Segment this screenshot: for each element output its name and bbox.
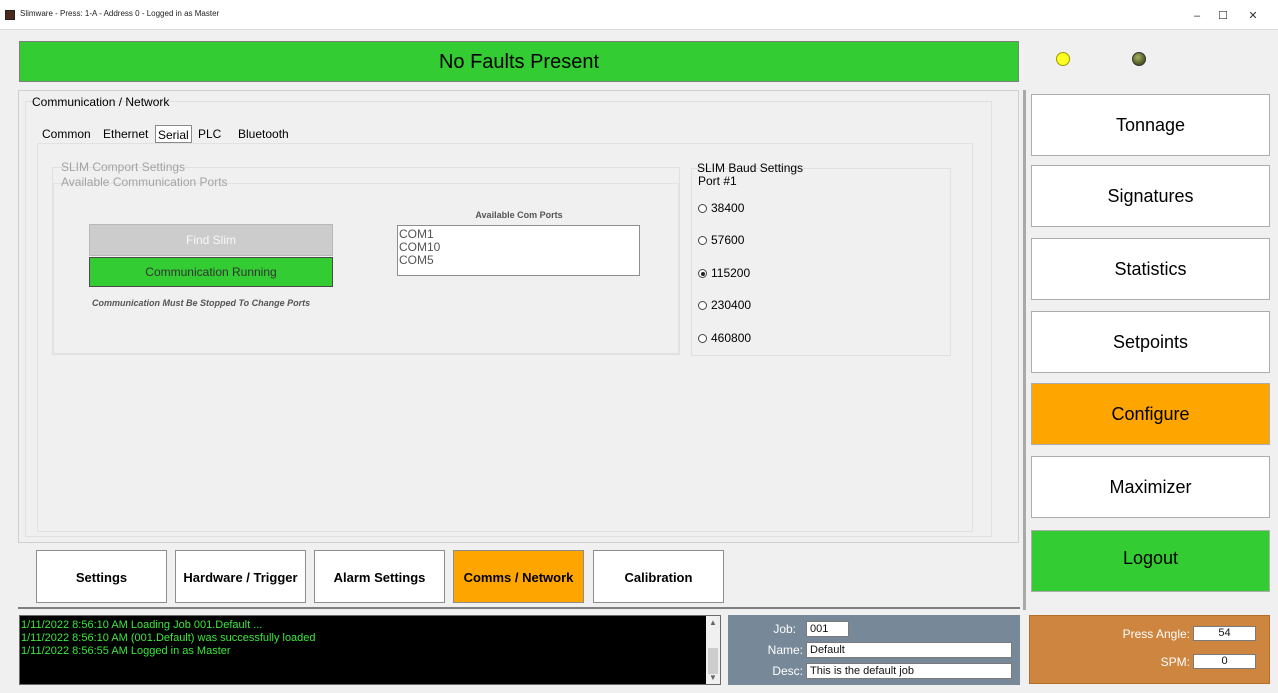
- tab-ethernet[interactable]: Ethernet: [101, 125, 150, 143]
- com-ports-label: Available Com Ports: [475, 210, 563, 220]
- radio-button-icon[interactable]: [698, 204, 707, 213]
- minimize-button[interactable]: –: [1184, 6, 1210, 26]
- job-number-field[interactable]: 001: [806, 621, 849, 637]
- baud-option-115200[interactable]: 115200: [698, 265, 750, 281]
- tab-common[interactable]: Common: [40, 125, 93, 143]
- press-angle-label: Press Angle:: [1122, 627, 1190, 641]
- fault-status-banner: No Faults Present: [19, 41, 1019, 82]
- spm-value: 0: [1193, 654, 1256, 669]
- olive-led-icon: [1132, 52, 1146, 66]
- baud-option-label: 115200: [711, 266, 751, 280]
- job-label: Job:: [773, 622, 796, 636]
- tab-plc[interactable]: PLC: [196, 125, 223, 143]
- radio-button-icon[interactable]: [698, 334, 707, 343]
- tab-serial[interactable]: Serial: [155, 125, 192, 143]
- close-button[interactable]: ✕: [1240, 6, 1266, 26]
- calibration-tab-button[interactable]: Calibration: [593, 550, 724, 603]
- log-line: 1/11/2022 8:56:10 AM Loading Job 001.Def…: [21, 619, 263, 631]
- communication-note: Communication Must Be Stopped To Change …: [92, 298, 311, 308]
- slim-comport-title: SLIM Comport Settings: [61, 160, 186, 174]
- alarm-settings-tab-button[interactable]: Alarm Settings: [314, 550, 445, 603]
- nav-configure-button[interactable]: Configure: [1031, 383, 1270, 445]
- maximize-button[interactable]: ☐: [1210, 6, 1236, 26]
- communication-running-button[interactable]: Communication Running: [89, 257, 333, 287]
- scroll-up-icon[interactable]: ▲: [706, 617, 720, 629]
- job-name-field[interactable]: Default: [806, 642, 1012, 658]
- baud-settings-groupbox: [691, 168, 951, 356]
- comms-network-tab-button[interactable]: Comms / Network: [453, 550, 584, 603]
- nav-tonnage-button[interactable]: Tonnage: [1031, 94, 1270, 156]
- press-angle-value: 54: [1193, 626, 1256, 641]
- radio-button-icon[interactable]: [698, 236, 707, 245]
- port-1-label: Port #1: [698, 174, 737, 188]
- yellow-led-icon: [1056, 52, 1070, 66]
- scroll-thumb[interactable]: [708, 648, 718, 674]
- list-item[interactable]: COM10: [399, 241, 638, 254]
- list-item[interactable]: COM5: [399, 254, 638, 267]
- bottom-divider: [18, 607, 1020, 609]
- desc-label: Desc:: [772, 664, 803, 678]
- log-line: 1/11/2022 8:56:10 AM (001.Default) was s…: [21, 632, 316, 644]
- baud-option-label: 57600: [711, 233, 745, 247]
- app-icon: [5, 10, 15, 20]
- baud-option-230400[interactable]: 230400: [698, 297, 751, 313]
- tab-bluetooth[interactable]: Bluetooth: [236, 125, 291, 143]
- com-ports-listbox[interactable]: COM1 COM10 COM5: [397, 225, 640, 276]
- settings-tab-button[interactable]: Settings: [36, 550, 167, 603]
- spm-label: SPM:: [1160, 655, 1190, 669]
- logout-button[interactable]: Logout: [1031, 530, 1270, 592]
- baud-settings-title: SLIM Baud Settings: [697, 161, 804, 175]
- radio-button-checked-icon[interactable]: [698, 269, 707, 278]
- baud-option-38400[interactable]: 38400: [698, 200, 744, 216]
- nav-maximizer-button[interactable]: Maximizer: [1031, 456, 1270, 518]
- name-label: Name:: [767, 643, 803, 657]
- nav-setpoints-button[interactable]: Setpoints: [1031, 311, 1270, 373]
- baud-option-label: 230400: [711, 298, 752, 312]
- radio-button-icon[interactable]: [698, 301, 707, 310]
- job-description-field[interactable]: This is the default job: [806, 663, 1012, 679]
- log-line: 1/11/2022 8:56:55 AM Logged in as Master: [21, 645, 231, 657]
- baud-option-label: 38400: [711, 201, 745, 215]
- find-slim-button[interactable]: Find Slim: [89, 224, 333, 256]
- hardware-trigger-tab-button[interactable]: Hardware / Trigger: [175, 550, 306, 603]
- baud-option-57600[interactable]: 57600: [698, 232, 744, 248]
- nav-statistics-button[interactable]: Statistics: [1031, 238, 1270, 300]
- scroll-down-icon[interactable]: ▼: [706, 672, 720, 684]
- available-ports-title: Available Communication Ports: [61, 175, 228, 189]
- nav-signatures-button[interactable]: Signatures: [1031, 165, 1270, 227]
- communication-group-title: Communication / Network: [32, 95, 170, 109]
- nav-divider: [1023, 90, 1026, 610]
- baud-option-460800[interactable]: 460800: [698, 330, 751, 346]
- baud-option-label: 460800: [711, 331, 752, 345]
- window-title: Slimware - Press: 1-A - Address 0 - Logg…: [20, 9, 220, 18]
